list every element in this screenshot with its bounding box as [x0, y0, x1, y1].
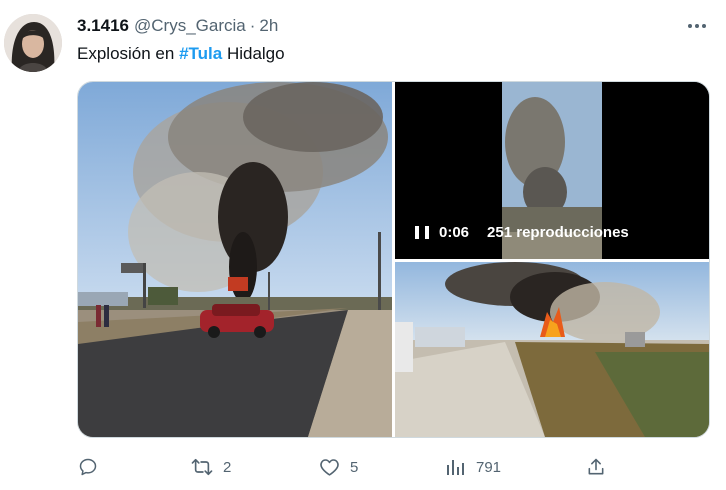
video-overlay: 0:06 251 reproducciones: [415, 224, 629, 241]
separator-dot: ·: [249, 16, 256, 35]
video-player[interactable]: 0:06 251 reproducciones: [395, 82, 709, 259]
like-button[interactable]: 5: [318, 452, 358, 482]
action-bar: 2 5 791: [77, 452, 637, 482]
pause-icon[interactable]: [415, 225, 429, 241]
media-grid: 0:06 251 reproducciones: [77, 81, 710, 438]
timestamp[interactable]: 2h: [259, 16, 278, 36]
like-icon: [318, 456, 340, 478]
user-handle[interactable]: @Crys_Garcia: [134, 16, 246, 36]
views-button[interactable]: 791: [444, 452, 501, 482]
display-name[interactable]: 3.1416: [77, 16, 129, 36]
retweet-button[interactable]: 2: [191, 452, 231, 482]
video-elapsed: 0:06: [439, 224, 470, 241]
share-icon: [585, 456, 607, 478]
views-icon: [444, 456, 466, 478]
tweet-header: 3.1416 @Crys_Garcia · 2h: [77, 15, 278, 37]
reply-button[interactable]: [77, 452, 109, 482]
avatar-image: [4, 14, 62, 72]
photo-road-explosion[interactable]: [78, 82, 392, 437]
reply-icon: [77, 456, 99, 478]
like-count: 5: [350, 458, 359, 476]
hashtag-link[interactable]: #Tula: [179, 44, 222, 63]
views-count: 791: [476, 458, 502, 476]
share-button[interactable]: [585, 452, 607, 482]
photo-fire-field[interactable]: [395, 262, 709, 437]
more-icon[interactable]: [680, 14, 714, 38]
retweet-count: 2: [223, 458, 232, 476]
avatar[interactable]: [4, 14, 62, 72]
tweet-text-after: Hidalgo: [222, 44, 285, 63]
video-views: 251 reproducciones: [487, 224, 629, 241]
retweet-icon: [191, 456, 213, 478]
tweet-text-before: Explosión en: [77, 44, 180, 63]
tweet-text: Explosión en #Tula Hidalgo: [77, 43, 285, 65]
